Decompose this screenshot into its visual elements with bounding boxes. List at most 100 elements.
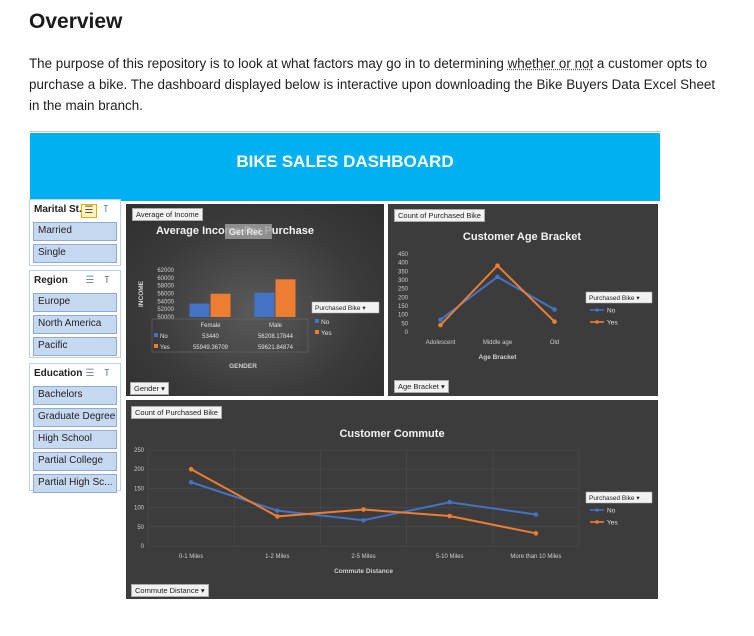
legend-title: Purchased Bike ▾ [589, 495, 640, 502]
x-tick-label: More than 10 Miles [510, 554, 561, 560]
series-line-no [190, 481, 537, 522]
multi-select-icon[interactable]: ☰ [81, 204, 97, 218]
bar-yes-female [210, 293, 231, 317]
slicer-item-single[interactable]: Single [33, 244, 117, 263]
slicer-item-bachelors[interactable]: Bachelors [33, 386, 117, 405]
series-line-yes [439, 264, 556, 326]
slicer-item-europe[interactable]: Europe [33, 293, 117, 312]
data-point-no [275, 508, 280, 513]
table-header: Female [200, 323, 221, 329]
slicer-item-graduate-degree[interactable]: Graduate Degree [33, 408, 117, 427]
banner-title: BIKE SALES DASHBOARD [236, 152, 454, 171]
legend-marker [595, 320, 599, 324]
y-tick-label: 450 [398, 252, 409, 258]
data-point-yes [552, 319, 557, 324]
slicer-title: Marital St... [34, 204, 88, 215]
gender-filter-button[interactable]: Gender [130, 382, 169, 395]
table-value: 56208.17844 [258, 334, 294, 340]
data-point-no [361, 517, 366, 523]
page-heading: Overview [29, 10, 123, 33]
data-point-yes [533, 531, 539, 536]
data-point-yes [438, 322, 443, 328]
series-line-no [439, 275, 555, 321]
table-series-label: Yes [160, 345, 170, 351]
table-legend-key [154, 333, 158, 337]
legend-marker [595, 520, 599, 524]
y-tick-label: 50 [401, 321, 408, 327]
y-tick-label: 56000 [157, 292, 174, 298]
series-line-yes [190, 468, 537, 535]
legend-entry: No [607, 508, 616, 515]
legend-entry: Yes [607, 520, 618, 527]
y-tick-label: 50000 [157, 315, 174, 321]
legend-entry: No [607, 308, 616, 315]
clear-filter-icon[interactable]: ⊺ [100, 368, 114, 380]
x-tick-label: 2-5 Miles [351, 554, 375, 560]
y-tick-label: 54000 [157, 299, 174, 305]
data-point-yes [188, 466, 194, 472]
age-chart-panel: Count of Purchased Bike Customer Age Bra… [386, 202, 660, 398]
slicer-item-partial-college[interactable]: Partial College [33, 452, 117, 471]
age-bracket-filter-button[interactable]: Age Bracket [394, 380, 449, 393]
income-chart-panel: Average of Income Average Income Per Pur… [124, 202, 386, 398]
data-point-no [447, 499, 453, 505]
clear-filter-icon[interactable]: ⊺ [100, 275, 114, 287]
table-value: 55949.36709 [193, 345, 229, 351]
multi-select-icon[interactable]: ☰ [83, 368, 97, 380]
data-point-yes [495, 263, 500, 268]
chart-title: Customer Commute [339, 428, 444, 440]
slicer-title: Region [34, 275, 68, 286]
dashboard-banner: BIKE SALES DASHBOARD [30, 133, 660, 201]
commute-chart-panel: Count of Purchased Bike Customer Commute… [124, 398, 660, 601]
slicer-header: Education ☰ ⊺ [30, 364, 120, 386]
overlay-label: Get Rec [229, 227, 263, 237]
slicer-header: Region ☰ ⊺ [30, 271, 120, 293]
legend-title: Purchased Bike ▾ [315, 305, 366, 312]
x-tick-label: 0-1 Miles [179, 554, 203, 560]
slicer-item-pacific[interactable]: Pacific [33, 337, 117, 356]
data-point-yes [275, 514, 280, 519]
chart-title: Customer Age Bracket [463, 231, 582, 243]
y-tick-label: 0 [405, 330, 409, 336]
x-tick-label: 1-2 Miles [265, 554, 289, 560]
slicer-region[interactable]: Region ☰ ⊺ Europe North America Pacific [29, 270, 121, 358]
legend-marker [595, 508, 599, 512]
y-tick-label: 300 [398, 278, 409, 284]
bar-no-female [189, 303, 210, 317]
data-point-no [188, 479, 194, 485]
commute-filter-button[interactable]: Commute Distance [131, 584, 209, 597]
y-tick-label: 200 [398, 295, 409, 301]
intro-paragraph: The purpose of this repository is to loo… [29, 53, 729, 116]
slicer-item-partial-high-school[interactable]: Partial High Sc... [33, 474, 117, 493]
y-tick-label: 62000 [157, 268, 174, 274]
slicer-item-high-school[interactable]: High School [33, 430, 117, 449]
intro-text-dotted: whether or not [507, 56, 594, 71]
y-tick-label: 250 [398, 287, 409, 293]
y-tick-label: 60000 [157, 276, 174, 282]
data-point-no [552, 307, 557, 312]
y-tick-label: 50 [137, 525, 144, 531]
x-axis-label: GENDER [229, 363, 257, 370]
slicer-marital-status[interactable]: Marital St... ☰ ⊺ Married Single [29, 199, 121, 266]
data-point-yes [447, 513, 453, 519]
x-axis-label: Commute Distance [334, 568, 393, 575]
x-axis-label: Age Bracket [479, 354, 518, 361]
y-tick-label: 250 [134, 448, 145, 454]
table-value: 53440 [202, 334, 219, 340]
slicer-education[interactable]: Education ☰ ⊺ Bachelors Graduate Degree … [29, 363, 121, 493]
y-tick-label: 150 [134, 486, 145, 492]
legend-marker [315, 319, 319, 323]
legend-entry: Yes [321, 330, 332, 337]
slicer-item-north-america[interactable]: North America [33, 315, 117, 334]
y-tick-label: 100 [134, 506, 145, 512]
table-value: 59621.84874 [258, 345, 294, 351]
intro-text-1: The purpose of this repository is to loo… [29, 56, 508, 71]
legend-marker [595, 308, 599, 312]
slicer-item-married[interactable]: Married [33, 222, 117, 241]
clear-filter-icon[interactable]: ⊺ [99, 204, 113, 216]
table-legend-key [154, 344, 158, 348]
y-tick-label: 58000 [157, 284, 174, 290]
bar-yes-male [275, 279, 296, 317]
multi-select-icon[interactable]: ☰ [83, 275, 97, 287]
data-point-no [495, 274, 500, 280]
